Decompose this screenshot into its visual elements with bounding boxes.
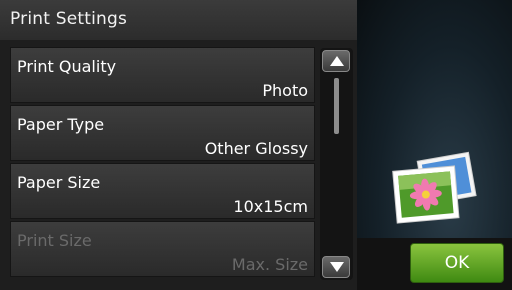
setting-label: Print Size [17, 231, 92, 250]
header-bar: Print Settings [0, 0, 357, 41]
up-arrow-icon [330, 56, 344, 66]
page-title: Print Settings [10, 9, 128, 29]
scroll-up-button[interactable] [322, 50, 350, 72]
setting-value: Max. Size [231, 255, 308, 274]
setting-print-quality[interactable]: Print Quality Photo [10, 47, 315, 103]
setting-paper-type[interactable]: Paper Type Other Glossy [10, 105, 315, 161]
scrollbar-thumb[interactable] [334, 78, 339, 134]
photo-icon [392, 151, 477, 224]
setting-label: Paper Size [17, 173, 101, 192]
setting-paper-size[interactable]: Paper Size 10x15cm [10, 163, 315, 219]
ok-button[interactable]: OK [410, 243, 504, 283]
setting-value: 10x15cm [233, 197, 308, 216]
scroll-down-button[interactable] [322, 256, 350, 278]
setting-label: Print Quality [17, 57, 117, 76]
down-arrow-icon [330, 262, 344, 272]
setting-label: Paper Type [17, 115, 105, 134]
setting-print-size: Print Size Max. Size [10, 221, 315, 277]
setting-value: Other Glossy [204, 139, 308, 158]
setting-value: Photo [262, 81, 308, 100]
